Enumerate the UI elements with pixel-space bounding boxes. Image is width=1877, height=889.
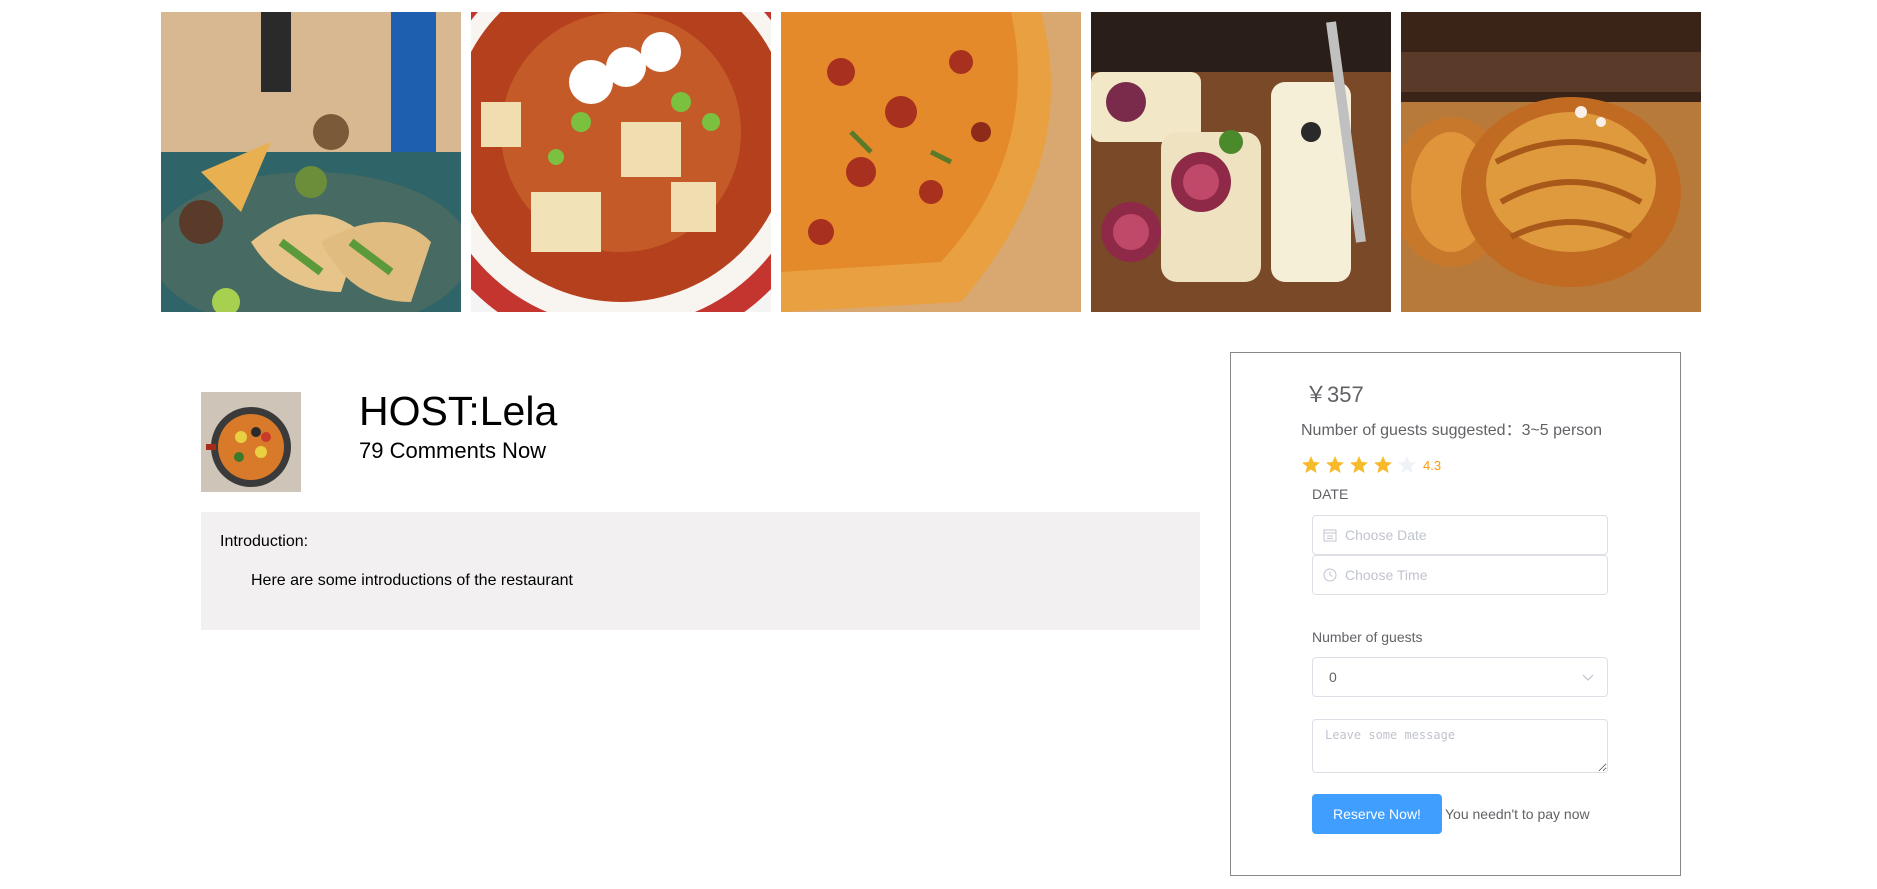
comments-count[interactable]: 79 Comments Now [359, 438, 546, 464]
guests-value: 0 [1329, 669, 1337, 685]
date-picker[interactable]: Choose Date [1312, 515, 1608, 555]
guests-select[interactable]: 0 [1312, 657, 1608, 697]
rating-value: 4.3 [1423, 457, 1442, 473]
host-name: HOST:Lela [359, 388, 558, 434]
guests-label: Number of guests [1312, 629, 1423, 645]
date-placeholder: Choose Date [1345, 527, 1427, 543]
message-textarea[interactable] [1312, 719, 1608, 773]
time-placeholder: Choose Time [1345, 567, 1428, 583]
calendar-icon [1323, 529, 1337, 542]
introduction-text: Here are some introductions of the resta… [251, 572, 573, 589]
guests-suggested: Number of guests suggested：3~5 person [1301, 422, 1603, 439]
tacos-photo [161, 12, 461, 312]
introduction-title: Introduction: [220, 533, 309, 550]
croissant-photo [1401, 12, 1701, 312]
pizza-photo [781, 12, 1081, 312]
star-icon[interactable] [1397, 455, 1417, 475]
date-label: DATE [1312, 486, 1349, 502]
star-icon[interactable] [1301, 455, 1321, 475]
booking-panel: ￥357 Number of guests suggested：3~5 pers… [1230, 352, 1681, 876]
star-icon[interactable] [1373, 455, 1393, 475]
chevron-down-icon [1582, 674, 1594, 681]
introduction-panel: Introduction: Here are some introduction… [201, 512, 1200, 630]
star-rating[interactable]: 4.3 [1301, 455, 1441, 475]
star-icon[interactable] [1325, 455, 1345, 475]
fig-bruschetta-photo [1091, 12, 1391, 312]
clock-icon [1323, 568, 1337, 582]
pay-note: You needn't to pay now [1445, 806, 1590, 822]
paella-avatar [201, 392, 301, 492]
price: ￥357 [1305, 382, 1364, 407]
host-avatar-wrapper [201, 392, 301, 492]
mapo-tofu-photo [471, 12, 771, 312]
photo-gallery [161, 12, 1701, 312]
star-icon[interactable] [1349, 455, 1369, 475]
reserve-button[interactable]: Reserve Now! [1312, 794, 1442, 834]
time-picker[interactable]: Choose Time [1312, 555, 1608, 595]
